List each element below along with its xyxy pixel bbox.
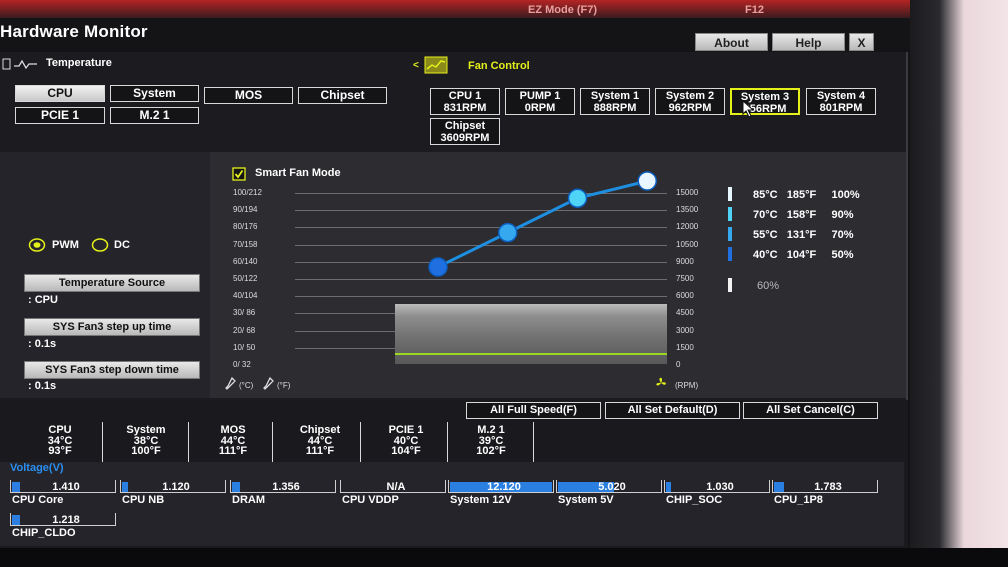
voltage-label: System 12V — [450, 494, 512, 506]
voltage-label: CHIP_SOC — [666, 494, 723, 506]
voltage-label: CPU NB — [122, 494, 165, 506]
divider — [533, 422, 534, 462]
voltage-value: 1.356 — [272, 481, 300, 493]
divider — [447, 422, 448, 462]
bios-screen: EZ Mode (F7) F12 Hardware Monitor About … — [0, 0, 1008, 567]
all-set-cancel-button[interactable]: All Set Cancel(C) — [743, 402, 878, 419]
legend-row-55: 55°C 131°F 70% — [753, 229, 854, 241]
voltage-fill — [122, 482, 129, 492]
voltage-value: 12.120 — [487, 481, 521, 493]
all-set-default-button[interactable]: All Set Default(D) — [605, 402, 740, 419]
temp-readout-cpu: CPU 34°C 93°F — [47, 424, 73, 457]
voltage-fill — [12, 482, 21, 492]
temp-readout-m2: M.2 1 39°C 102°F — [476, 424, 506, 457]
voltage-value: 1.218 — [52, 514, 80, 526]
divider — [102, 422, 103, 462]
legend-row-70: 70°C 158°F 90% — [753, 209, 854, 221]
fan-curve[interactable] — [0, 52, 908, 400]
voltage-value: 1.783 — [814, 481, 842, 493]
ez-mode-label[interactable]: EZ Mode (F7) — [528, 4, 597, 16]
unit-rpm: (RPM) — [675, 381, 699, 390]
current-fan-percent: 60% — [757, 280, 780, 292]
voltage-label: CHIP_CLDO — [12, 527, 76, 539]
fan-icon — [656, 377, 666, 386]
legend-row-40: 40°C 104°F 50% — [753, 249, 854, 261]
legend-bar-70 — [728, 207, 732, 221]
divider — [272, 422, 273, 462]
voltage-value: 1.410 — [52, 481, 80, 493]
f12-label[interactable]: F12 — [745, 4, 764, 16]
voltage-value: 1.120 — [162, 481, 190, 493]
voltage-value: N/A — [386, 481, 406, 493]
close-button[interactable]: X — [849, 33, 874, 51]
thermometer-icon — [225, 377, 236, 390]
temp-readout-chipset: Chipset 44°C 111°F — [299, 424, 341, 457]
voltage-label: System 5V — [558, 494, 614, 506]
voltage-label: CPU_1P8 — [774, 494, 823, 506]
about-button[interactable]: About — [695, 33, 768, 51]
monitor-bezel-bottom — [0, 548, 1008, 567]
voltage-fill — [232, 482, 241, 492]
all-full-speed-button[interactable]: All Full Speed(F) — [466, 402, 601, 419]
fan-curve-point[interactable] — [428, 257, 448, 277]
fan-curve-point[interactable] — [637, 171, 657, 191]
legend-bar-85 — [728, 187, 732, 201]
fan-curve-line — [437, 179, 648, 269]
voltage-label: CPU Core — [12, 494, 64, 506]
window-title: Hardware Monitor — [0, 22, 148, 41]
divider — [188, 422, 189, 462]
voltage-fill — [666, 482, 672, 492]
voltage-label: CPU VDDP — [342, 494, 399, 506]
fan-curve-point[interactable] — [567, 188, 588, 208]
unit-fahrenheit: (°F) — [277, 381, 291, 390]
temp-readout-system: System 38°C 100°F — [126, 424, 166, 457]
legend-bar-40 — [728, 247, 732, 261]
thermometer-f-icon — [263, 377, 274, 390]
voltage-label: DRAM — [232, 494, 265, 506]
voltage-value: 5.020 — [598, 481, 626, 493]
divider — [360, 422, 361, 462]
voltage-value: 1.030 — [706, 481, 734, 493]
unit-celsius: (°C) — [239, 381, 254, 390]
legend-bar-current — [728, 278, 732, 292]
voltage-title: Voltage(V) — [10, 462, 64, 474]
hardware-monitor-panel: Temperature < Fan Control CPU System MOS… — [0, 52, 908, 400]
help-button[interactable]: Help — [772, 33, 845, 51]
bios-header-strip: EZ Mode (F7) F12 — [0, 0, 920, 18]
monitor-bezel — [910, 0, 1008, 567]
temp-readout-pcie1: PCIE 1 40°C 104°F — [388, 424, 424, 457]
fan-curve-point[interactable] — [498, 222, 518, 243]
legend-row-85: 85°C 185°F 100% — [753, 189, 860, 201]
voltage-section: Voltage(V) 1.410 CPU Core 1.120 CPU NB 1.356… — [0, 462, 904, 546]
voltage-fill — [12, 515, 21, 525]
temp-readout-mos: MOS 44°C 111°F — [218, 424, 248, 457]
legend-bar-55 — [728, 227, 732, 241]
